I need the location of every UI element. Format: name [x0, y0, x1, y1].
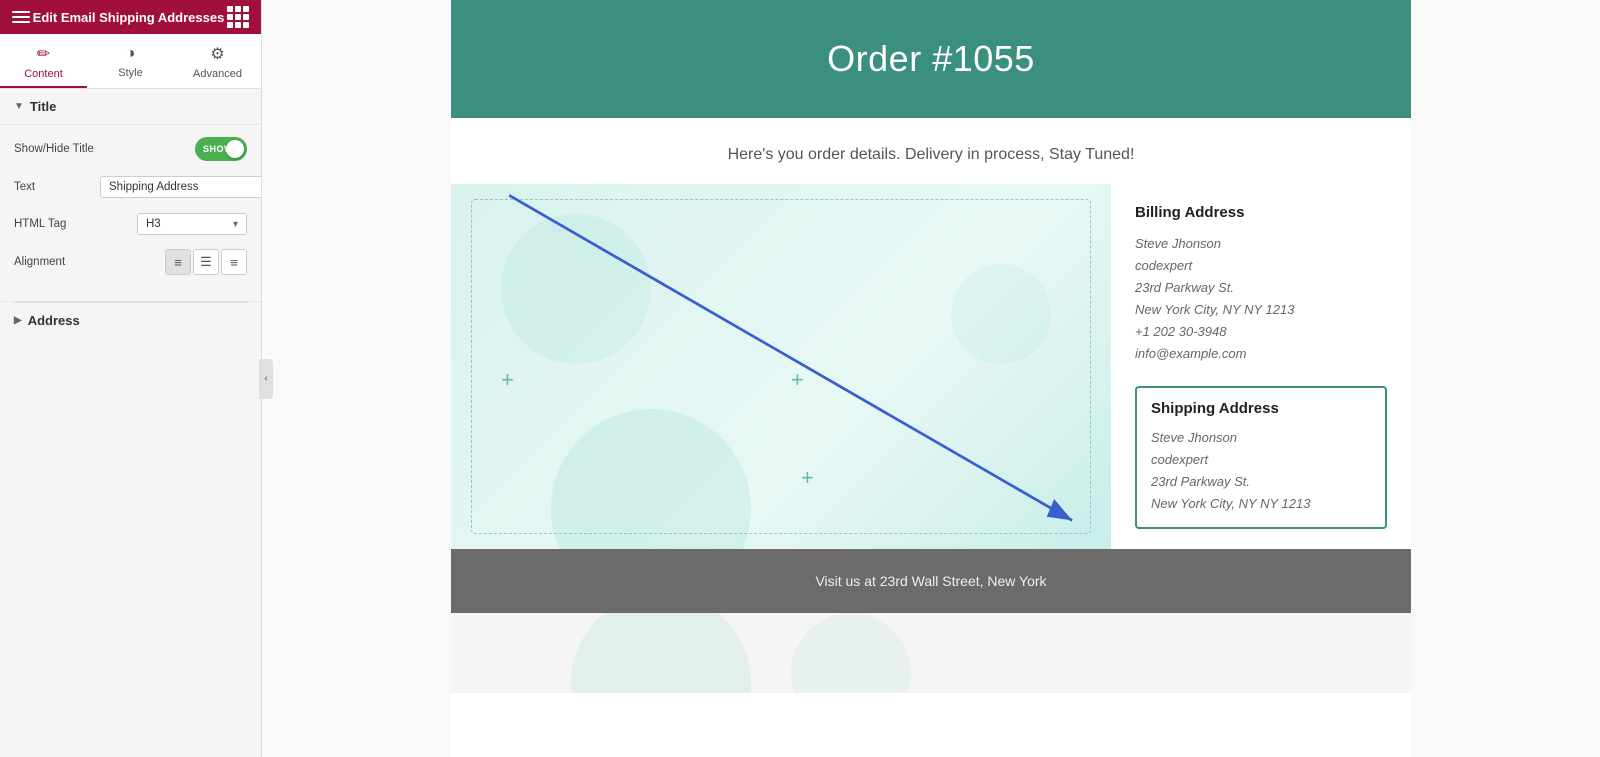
address-panel: Billing Address Steve Jhonson codexpert … [1111, 184, 1411, 549]
billing-phone: +1 202 30-3948 [1135, 324, 1226, 339]
billing-company: codexpert [1135, 258, 1192, 273]
address-section-header[interactable]: ▶ Address [0, 303, 261, 338]
map-circle-3 [951, 264, 1051, 364]
billing-name: Steve Jhonson [1135, 236, 1221, 251]
bottom-circle-1 [571, 613, 751, 693]
align-left-button[interactable]: ≡ [165, 249, 191, 275]
email-bottom-area [451, 613, 1411, 693]
bottom-circle-2 [791, 613, 911, 693]
map-circle-2 [501, 214, 651, 364]
hamburger-menu[interactable] [12, 11, 30, 23]
plus-icon-1: + [501, 369, 514, 391]
shipping-address1: 23rd Parkway St. [1151, 474, 1250, 489]
html-tag-value: H3 [146, 218, 161, 230]
billing-address2: New York City, NY NY 1213 [1135, 302, 1294, 317]
collapse-handle[interactable]: ‹ [259, 359, 273, 399]
tab-content[interactable]: ✏ Content [0, 34, 87, 88]
panel-body: ▼ Title Show/Hide Title SHOW Text 📅 HTML… [0, 89, 261, 757]
show-hide-toggle[interactable]: SHOW [195, 137, 247, 161]
html-tag-select[interactable]: H3 ▾ [137, 213, 247, 235]
subtitle-text: Here's you order details. Delivery in pr… [728, 146, 1135, 163]
text-input[interactable] [100, 176, 261, 198]
html-tag-label: HTML Tag [14, 218, 94, 230]
text-row: Text 📅 [14, 175, 247, 199]
billing-section: Billing Address Steve Jhonson codexpert … [1135, 204, 1387, 366]
title-arrow-icon: ▼ [14, 101, 24, 112]
grid-icon[interactable] [227, 6, 249, 28]
tabs-bar: ✏ Content ◑ Style ⚙ Advanced [0, 34, 261, 89]
toggle-knob [226, 140, 244, 158]
email-subtitle: Here's you order details. Delivery in pr… [451, 118, 1411, 184]
shipping-address2: New York City, NY NY 1213 [1151, 496, 1310, 511]
shipping-heading: Shipping Address [1151, 400, 1371, 417]
email-preview: Order #1055 Here's you order details. De… [451, 0, 1411, 757]
left-panel: Edit Email Shipping Addresses ✏ Content … [0, 0, 262, 757]
alignment-label: Alignment [14, 256, 94, 268]
billing-heading: Billing Address [1135, 204, 1387, 221]
alignment-buttons: ≡ ☰ ≡ [165, 249, 247, 275]
title-section-body: Show/Hide Title SHOW Text 📅 HTML Tag H3 … [0, 125, 261, 302]
shipping-section: Shipping Address Steve Jhonson codexpert… [1135, 386, 1387, 529]
panel-header: Edit Email Shipping Addresses [0, 0, 261, 34]
show-hide-row: Show/Hide Title SHOW [14, 137, 247, 161]
plus-icon-2: + [791, 369, 804, 391]
shipping-name: Steve Jhonson [1151, 430, 1237, 445]
email-footer: Visit us at 23rd Wall Street, New York [451, 549, 1411, 613]
email-middle: + + + Billing Address [451, 184, 1411, 549]
address-arrow-icon: ▶ [14, 315, 22, 326]
order-title: Order #1055 [471, 38, 1391, 80]
shipping-company: codexpert [1151, 452, 1208, 467]
tab-style[interactable]: ◑ Style [87, 34, 174, 88]
map-area: + + + [451, 184, 1111, 549]
plus-icon-3: + [801, 467, 814, 489]
alignment-row: Alignment ≡ ☰ ≡ [14, 249, 247, 275]
tab-advanced[interactable]: ⚙ Advanced [174, 34, 261, 88]
title-section-header[interactable]: ▼ Title [0, 89, 261, 125]
chevron-down-icon: ▾ [233, 219, 238, 230]
advanced-icon: ⚙ [210, 44, 224, 64]
footer-text: Visit us at 23rd Wall Street, New York [815, 573, 1046, 589]
content-icon: ✏ [37, 44, 50, 64]
billing-email: info@example.com [1135, 346, 1246, 361]
email-header: Order #1055 [451, 0, 1411, 118]
style-icon: ◑ [126, 45, 136, 63]
title-section-label: Title [30, 99, 57, 114]
html-tag-row: HTML Tag H3 ▾ [14, 213, 247, 235]
main-content: Order #1055 Here's you order details. De… [262, 0, 1600, 757]
address-section-label: Address [28, 313, 80, 328]
align-right-button[interactable]: ≡ [221, 249, 247, 275]
billing-address1: 23rd Parkway St. [1135, 280, 1234, 295]
panel-title: Edit Email Shipping Addresses [33, 10, 225, 25]
align-center-button[interactable]: ☰ [193, 249, 219, 275]
show-hide-label: Show/Hide Title [14, 143, 94, 155]
text-label: Text [14, 181, 94, 193]
